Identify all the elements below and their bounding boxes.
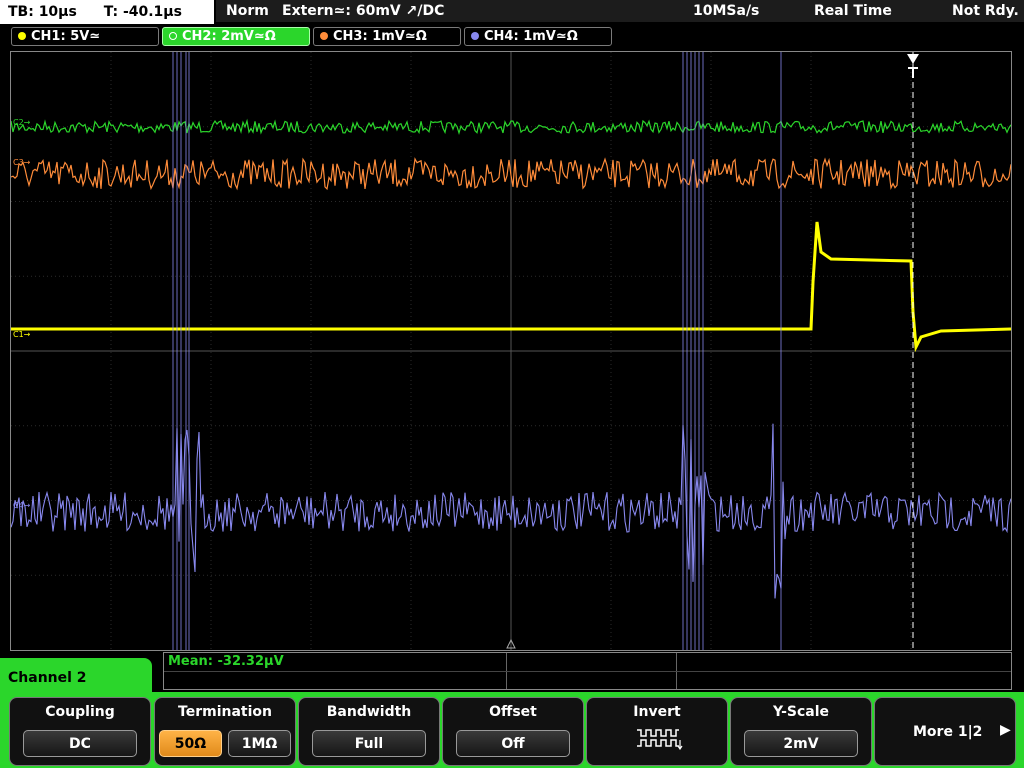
waveform-display[interactable]: C2→ C3→ C1→ C4→: [10, 51, 1012, 651]
more-label: More 1|2: [913, 724, 983, 740]
ch2-color-dot: [169, 32, 177, 40]
trigger-time-value: T: -40.1µs: [103, 4, 182, 20]
tab-ch3-label: CH3: 1mV≃Ω: [333, 29, 427, 44]
acquisition-mode: Real Time: [814, 3, 892, 19]
ch1-color-dot: [18, 32, 26, 40]
coupling-softkey[interactable]: Coupling DC: [9, 697, 151, 766]
trigger-position-icon: [908, 67, 918, 78]
trigger-mode[interactable]: Norm: [226, 0, 269, 22]
timebase-box[interactable]: TB: 10µs T: -40.1µs: [0, 0, 214, 24]
ch2-marker[interactable]: C2→: [13, 118, 30, 127]
sample-rate: 10MSa/s: [693, 3, 760, 19]
yscale-softkey[interactable]: Y-Scale 2mV: [730, 697, 872, 766]
invert-square-wave-icon: [637, 729, 683, 750]
yscale-title: Y-Scale: [772, 704, 829, 720]
termination-softkey[interactable]: Termination 50Ω 1MΩ: [154, 697, 296, 766]
tab-ch4-label: CH4: 1mV≃Ω: [484, 29, 578, 44]
ch4-color-dot: [471, 32, 479, 40]
tab-ch2-label: CH2: 2mV≃Ω: [182, 29, 276, 44]
ch1-marker[interactable]: C1→: [13, 330, 30, 339]
ch4-marker[interactable]: C4→: [13, 501, 30, 510]
ch3-color-dot: [320, 32, 328, 40]
termination-title: Termination: [178, 704, 272, 720]
offset-value[interactable]: Off: [456, 730, 570, 757]
offset-softkey[interactable]: Offset Off: [442, 697, 584, 766]
ch3-marker[interactable]: C3→: [13, 158, 30, 167]
termination-1mohm-button[interactable]: 1MΩ: [228, 730, 291, 757]
ready-status: Not Rdy.: [952, 3, 1019, 19]
tab-ch3[interactable]: CH3: 1mV≃Ω: [313, 27, 461, 46]
more-softkey[interactable]: More 1|2 ▶: [874, 697, 1016, 766]
yscale-value[interactable]: 2mV: [744, 730, 858, 757]
bandwidth-value[interactable]: Full: [312, 730, 426, 757]
tab-ch4[interactable]: CH4: 1mV≃Ω: [464, 27, 612, 46]
coupling-value[interactable]: DC: [23, 730, 137, 757]
bandwidth-title: Bandwidth: [326, 704, 412, 720]
tab-ch1-label: CH1: 5V≃: [31, 29, 101, 44]
waveform-svg: [11, 52, 1011, 650]
trigger-source[interactable]: Extern≃: 60mV ↗/DC: [282, 0, 444, 22]
coupling-title: Coupling: [45, 704, 115, 720]
invert-title: Invert: [633, 704, 681, 720]
tab-ch1[interactable]: CH1: 5V≃: [11, 27, 159, 46]
measurement-panel: Mean: -32.32µV: [163, 652, 1012, 690]
invert-softkey[interactable]: Invert: [586, 697, 728, 766]
tab-ch2[interactable]: CH2: 2mV≃Ω: [162, 27, 310, 46]
timebase-value: TB: 10µs: [8, 4, 77, 20]
meas-divider: [164, 671, 1011, 672]
offset-title: Offset: [489, 704, 537, 720]
acquisition-info-bar: Norm Extern≃: 60mV ↗/DC 10MSa/s Real Tim…: [216, 0, 1024, 22]
termination-50ohm-button[interactable]: 50Ω: [159, 730, 222, 757]
bandwidth-softkey[interactable]: Bandwidth Full: [298, 697, 440, 766]
mean-measurement: Mean: -32.32µV: [168, 654, 284, 669]
right-arrow-icon: ▶: [1000, 722, 1011, 738]
trigger-marker-icon: [907, 54, 919, 64]
